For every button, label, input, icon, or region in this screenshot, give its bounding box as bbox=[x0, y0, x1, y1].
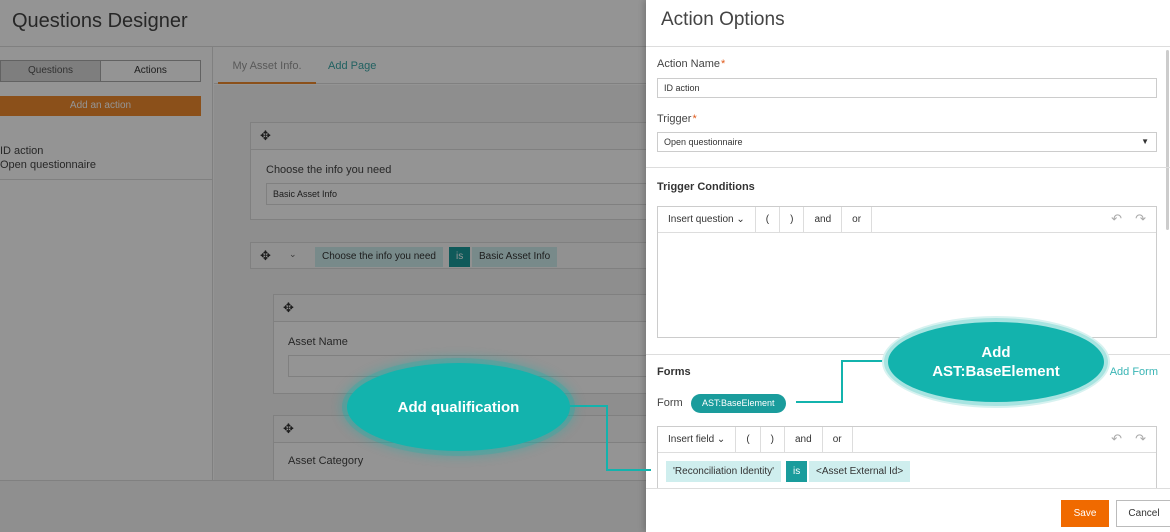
callout-connector bbox=[796, 401, 843, 403]
action-name-input[interactable]: ID action bbox=[657, 78, 1157, 98]
cancel-button[interactable]: Cancel bbox=[1116, 500, 1170, 527]
modal-overlay[interactable] bbox=[0, 0, 646, 532]
undo-icon[interactable]: ↶ bbox=[1111, 431, 1122, 447]
insert-field-dropdown[interactable]: Insert field ⌄ bbox=[658, 427, 737, 453]
callout-connector bbox=[841, 360, 843, 402]
qualification-value-chip[interactable]: <Asset External Id> bbox=[809, 461, 911, 482]
and-button[interactable]: and bbox=[804, 207, 843, 233]
callout-add-form: Add AST:BaseElement bbox=[884, 318, 1108, 406]
chevron-down-icon: ⌄ bbox=[736, 214, 745, 225]
forms-heading: Forms bbox=[657, 366, 691, 378]
or-button[interactable]: or bbox=[823, 427, 853, 453]
qualification-field-chip[interactable]: 'Reconciliation Identity' bbox=[666, 461, 782, 482]
and-button[interactable]: and bbox=[785, 427, 823, 453]
form-label: Form bbox=[657, 397, 683, 409]
field-toolbar: Insert field ⌄ ( ) and or ↶ ↷ bbox=[658, 427, 1156, 453]
add-form-link[interactable]: Add Form bbox=[1110, 366, 1158, 378]
divider bbox=[646, 167, 1170, 168]
callout-connector bbox=[843, 360, 885, 362]
close-paren-button[interactable]: ) bbox=[780, 207, 805, 233]
callout-add-qualification: Add qualification bbox=[347, 363, 570, 451]
redo-icon[interactable]: ↷ bbox=[1135, 211, 1146, 227]
panel-scrollbar[interactable] bbox=[1166, 50, 1169, 230]
close-paren-button[interactable]: ) bbox=[761, 427, 785, 453]
condition-toolbar: Insert question ⌄ ( ) and or ↶ ↷ bbox=[658, 207, 1156, 233]
undo-icon[interactable]: ↶ bbox=[1111, 211, 1122, 227]
panel-title: Action Options bbox=[661, 9, 785, 30]
or-button[interactable]: or bbox=[842, 207, 873, 233]
form-pill[interactable]: AST:BaseElement bbox=[691, 394, 786, 413]
trigger-conditions-heading: Trigger Conditions bbox=[657, 181, 755, 193]
open-paren-button[interactable]: ( bbox=[736, 427, 761, 453]
caret-down-icon: ▼ bbox=[1141, 137, 1149, 146]
trigger-select-value: Open questionnaire bbox=[664, 137, 743, 147]
trigger-conditions-editor[interactable]: Insert question ⌄ ( ) and or ↶ ↷ bbox=[657, 206, 1157, 338]
trigger-select[interactable]: Open questionnaire ▼ bbox=[657, 132, 1157, 152]
save-button[interactable]: Save bbox=[1061, 500, 1109, 527]
open-paren-button[interactable]: ( bbox=[756, 207, 781, 233]
action-options-panel: Action Options Action Name* ID action Tr… bbox=[646, 0, 1170, 532]
chevron-down-icon: ⌄ bbox=[716, 434, 726, 445]
callout-connector bbox=[606, 405, 608, 470]
callout-connector bbox=[570, 405, 608, 407]
qualification-operator-chip[interactable]: is bbox=[786, 461, 808, 482]
redo-icon[interactable]: ↷ bbox=[1135, 431, 1146, 447]
trigger-label: Trigger* bbox=[657, 113, 697, 125]
insert-question-dropdown[interactable]: Insert question ⌄ bbox=[658, 207, 756, 233]
panel-header: Action Options bbox=[646, 0, 1170, 47]
action-name-label: Action Name* bbox=[657, 58, 726, 70]
panel-footer: Save Cancel bbox=[646, 488, 1170, 532]
callout-connector bbox=[606, 469, 651, 471]
